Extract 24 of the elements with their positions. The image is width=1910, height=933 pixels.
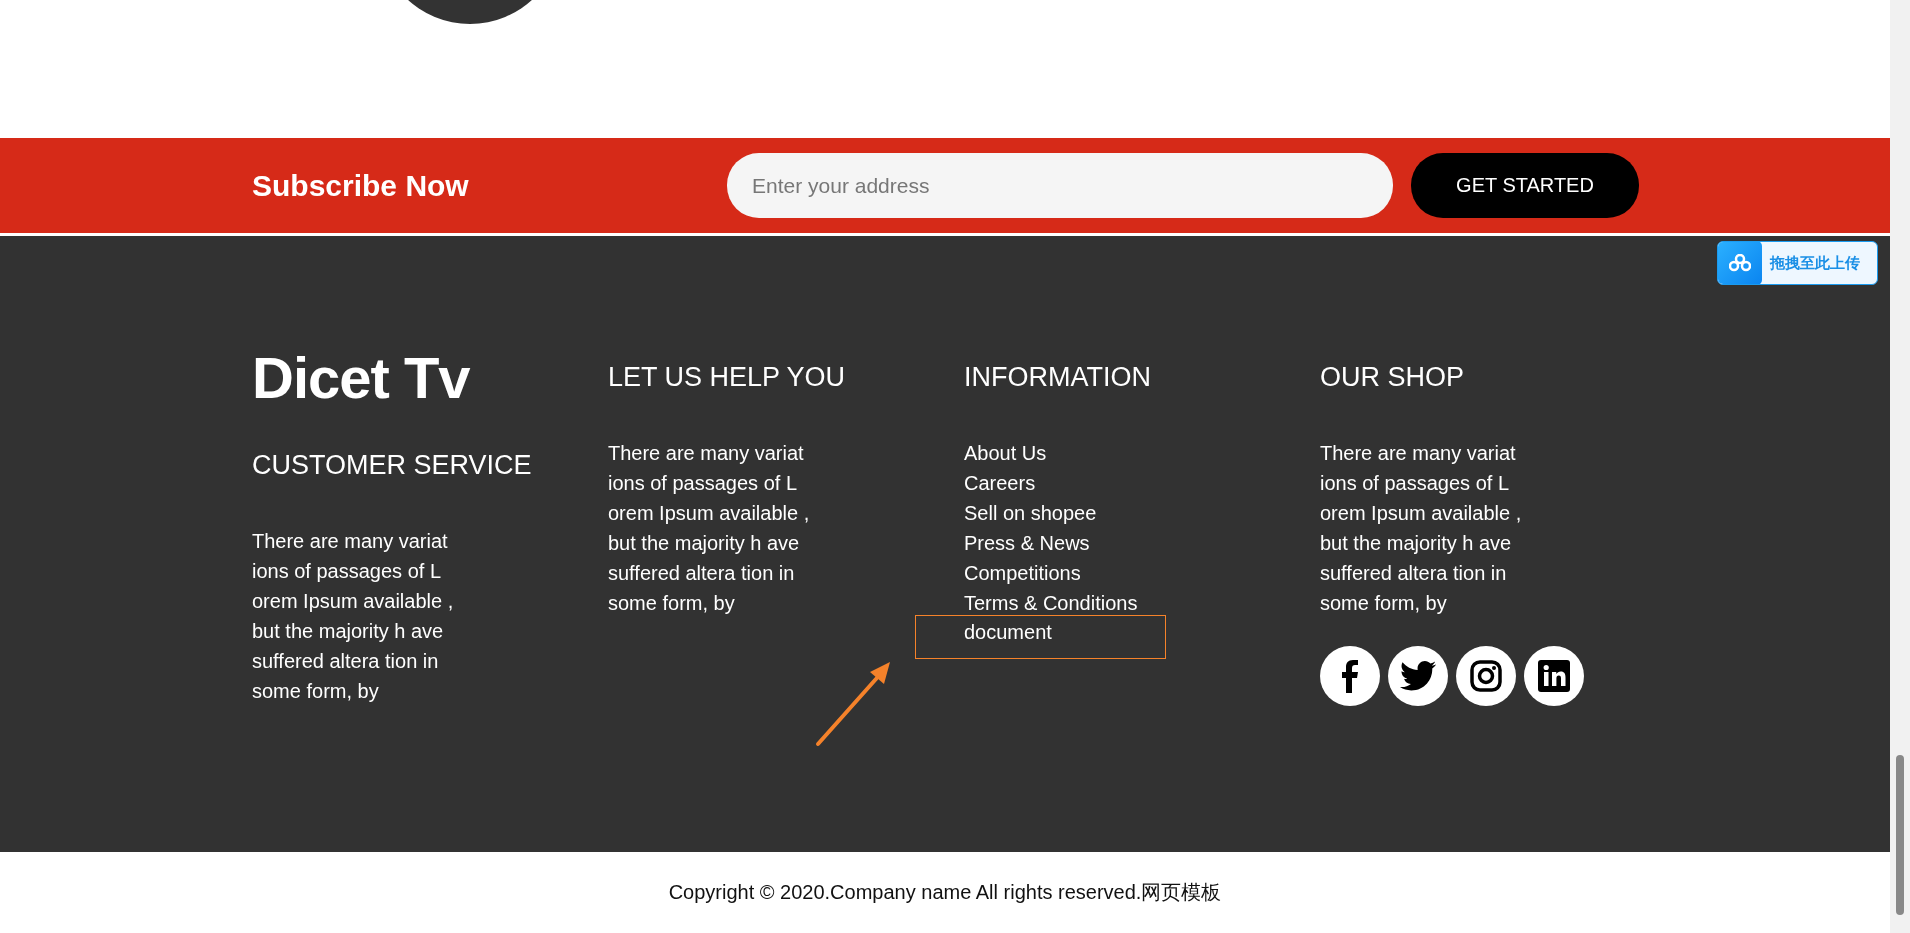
paragraph: There are many variat ions of passages of L orem Ipsum available , but the majority h ave suffered altera tion in some form, by	[1320, 441, 1523, 616]
subscribe-title: Subscribe Now	[252, 168, 470, 203]
column-heading: OUR SHOP	[1320, 361, 1466, 394]
paragraph: There are many variat ions of passages of L orem Ipsum available , but the majority h ave suffered altera tion in some form, by	[252, 529, 455, 704]
facebook-icon[interactable]	[1320, 646, 1380, 706]
email-field[interactable]: Enter your address	[727, 153, 1393, 218]
column-heading: CUSTOMER SERVICE	[252, 449, 533, 482]
copyright-text: Copyright © 2020.Company name All rights reserved.网页模板	[668, 880, 1222, 905]
column-heading: LET US HELP YOU	[608, 361, 847, 394]
column-heading: INFORMATION	[964, 361, 1152, 394]
footer-link[interactable]: About Us	[964, 442, 1047, 464]
instagram-icon[interactable]	[1456, 646, 1516, 706]
footer-link[interactable]: Terms & Conditions	[964, 592, 1138, 614]
footer-link[interactable]: Careers	[964, 472, 1036, 494]
paragraph: There are many variat ions of passages of L orem Ipsum available , but the majority h ave suffered altera tion in some form, by	[608, 441, 811, 616]
get-started-button[interactable]: GET STARTED	[1411, 153, 1639, 218]
scrollbar[interactable]	[1890, 0, 1910, 933]
logo: Dicet Tv	[252, 346, 471, 410]
footer-link[interactable]: Sell on shopee	[964, 502, 1097, 524]
footer-link[interactable]: Press & News	[964, 532, 1090, 554]
linkedin-icon[interactable]	[1524, 646, 1584, 706]
bird-icon[interactable]	[1388, 646, 1448, 706]
footer-link[interactable]: document	[915, 615, 1166, 659]
footer-link[interactable]: Competitions	[964, 562, 1081, 584]
